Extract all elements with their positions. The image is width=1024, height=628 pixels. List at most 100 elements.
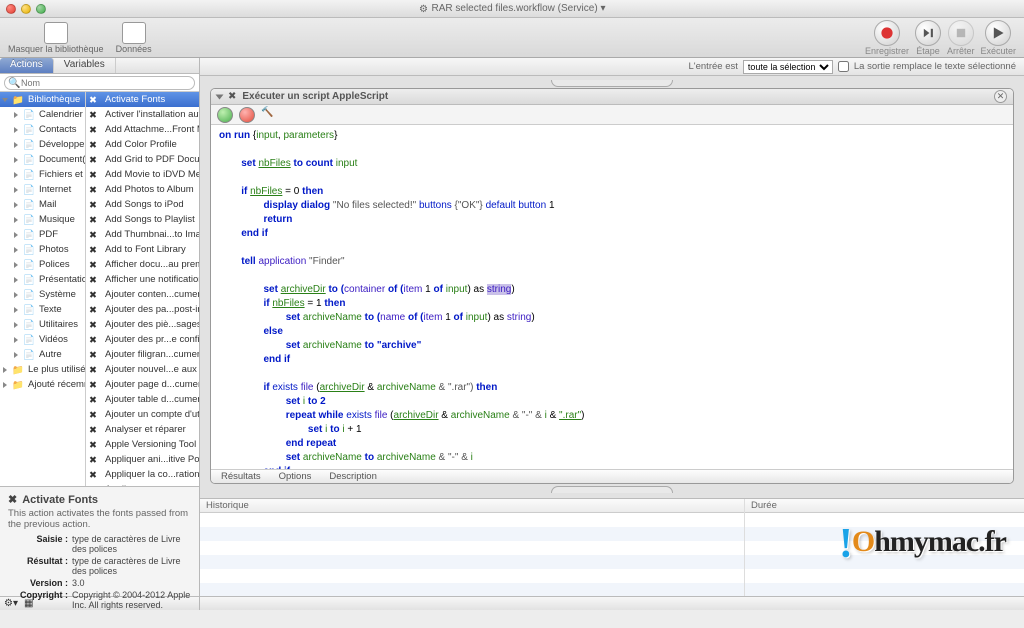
window-titlebar: ⚙︎RAR selected files.workflow (Service) … xyxy=(0,0,1024,18)
action-row[interactable]: ✖︎Analyser et réparer xyxy=(86,422,199,437)
action-row[interactable]: ✖︎Add Thumbnai...to Image Files xyxy=(86,227,199,242)
folder-icon: 📄 xyxy=(23,274,35,285)
action-row[interactable]: ✖︎Add Songs to iPod xyxy=(86,197,199,212)
folder-icon: 📄 xyxy=(23,259,35,270)
action-row[interactable]: ✖︎Ajouter des piè...sages Outlook xyxy=(86,317,199,332)
action-row[interactable]: ✖︎Add Songs to Playlist xyxy=(86,212,199,227)
action-icon: ✖︎ xyxy=(89,349,101,360)
folder-icon: 📄 xyxy=(23,124,35,135)
bottom-status-bar xyxy=(200,596,1024,610)
script-editor[interactable]: on run {input, parameters} set nbFiles t… xyxy=(211,125,1013,469)
action-row[interactable]: ✖︎Ajouter table d...cuments Word xyxy=(86,392,199,407)
library-row[interactable]: 📄Utilitaires xyxy=(0,317,85,332)
tab-variables[interactable]: Variables xyxy=(54,58,116,73)
library-row[interactable]: 📄Contacts xyxy=(0,122,85,137)
remove-action-button[interactable]: ✕ xyxy=(994,90,1007,103)
info-title: Activate Fonts xyxy=(22,494,98,506)
library-tabs: Actions Variables xyxy=(0,58,199,74)
minimize-window-button[interactable] xyxy=(21,4,31,14)
action-row[interactable]: ✖︎Add to Font Library xyxy=(86,242,199,257)
action-row[interactable]: ✖︎Add Color Profile xyxy=(86,137,199,152)
action-icon: ✖︎ xyxy=(89,409,101,420)
library-row[interactable]: 📄Internet xyxy=(0,182,85,197)
script-run-button[interactable] xyxy=(217,107,233,123)
folder-icon: 📄 xyxy=(23,139,35,150)
action-row[interactable]: ✖︎Ajouter conten...cuments Word xyxy=(86,287,199,302)
library-row[interactable]: 📄Photos xyxy=(0,242,85,257)
run-button[interactable] xyxy=(985,20,1011,46)
description-tab[interactable]: Description xyxy=(329,471,377,482)
action-info-panel: ✖︎Activate Fonts This action activates t… xyxy=(0,486,199,596)
action-row[interactable]: ✖︎Add Grid to PDF Documents xyxy=(86,152,199,167)
media-button[interactable]: Données xyxy=(116,22,152,54)
library-row[interactable]: 📄Développeur xyxy=(0,137,85,152)
tools-icon: ✖︎ xyxy=(8,493,17,506)
service-input-bar: L'entrée est toute la sélection La sorti… xyxy=(200,58,1024,76)
results-tab[interactable]: Résultats xyxy=(221,471,261,482)
action-row[interactable]: ✖︎Ajouter nouvel...e aux classeurs xyxy=(86,362,199,377)
library-categories[interactable]: 📁Bibliothèque📄Calendrier📄Contacts📄Dévelo… xyxy=(0,92,86,486)
action-row[interactable]: ✖︎Add Photos to Album xyxy=(86,182,199,197)
action-icon: ✖︎ xyxy=(89,424,101,435)
close-window-button[interactable] xyxy=(6,4,16,14)
action-icon: ✖︎ xyxy=(89,154,101,165)
library-row[interactable]: 📄Autre xyxy=(0,347,85,362)
options-tab[interactable]: Options xyxy=(279,471,312,482)
output-replaces-checkbox[interactable] xyxy=(838,61,849,72)
library-row[interactable]: 📄Texte xyxy=(0,302,85,317)
library-row[interactable]: 📄Polices xyxy=(0,257,85,272)
actions-list[interactable]: ✖︎Activate Fonts✖︎Activer l'installation… xyxy=(86,92,199,486)
workflow-top-connector xyxy=(210,80,1014,86)
folder-icon: 📄 xyxy=(23,169,35,180)
workflow-bottom-connector xyxy=(210,486,1014,492)
record-button[interactable] xyxy=(874,20,900,46)
tab-actions[interactable]: Actions xyxy=(0,58,54,73)
action-row[interactable]: ✖︎Ajouter page d...cuments Word xyxy=(86,377,199,392)
action-row[interactable]: ✖︎Ajouter des pr...e configuration xyxy=(86,332,199,347)
action-row[interactable]: ✖︎Add Movie to iDVD Menu xyxy=(86,167,199,182)
library-row[interactable]: 📄Vidéos xyxy=(0,332,85,347)
log-panel: Historique Durée !OOhmymac.frhmymac.fr xyxy=(200,498,1024,596)
action-row[interactable]: ✖︎Ajouter filigran...cuments Word xyxy=(86,347,199,362)
library-row[interactable]: 📄Musique xyxy=(0,212,85,227)
library-row[interactable]: 📁Bibliothèque xyxy=(0,92,85,107)
folder-icon: 📁 xyxy=(12,379,24,390)
script-stop-button[interactable] xyxy=(239,107,255,123)
library-row[interactable]: 📄Présentations xyxy=(0,272,85,287)
disclosure-triangle-icon[interactable] xyxy=(216,94,224,99)
action-row[interactable]: ✖︎Ajouter un compte d'utilisateur xyxy=(86,407,199,422)
action-row[interactable]: ✖︎Appliquer ani...itive PowerPoint xyxy=(86,452,199,467)
action-row[interactable]: ✖︎Add Attachme...Front Message xyxy=(86,122,199,137)
library-row[interactable]: 📁Ajouté récemment xyxy=(0,377,85,392)
search-input[interactable] xyxy=(4,76,195,90)
stop-button[interactable] xyxy=(948,20,974,46)
action-row[interactable]: ✖︎Activate Fonts xyxy=(86,92,199,107)
library-row[interactable]: 📄PDF xyxy=(0,227,85,242)
step-button[interactable] xyxy=(915,20,941,46)
action-row[interactable]: ✖︎Ajouter des pa...post-installation xyxy=(86,302,199,317)
action-icon: ✖︎ xyxy=(89,319,101,330)
action-icon: ✖︎ xyxy=(89,214,101,225)
library-row[interactable]: 📄Calendrier xyxy=(0,107,85,122)
history-header: Historique xyxy=(200,499,744,513)
hide-library-button[interactable]: Masquer la bibliothèque xyxy=(8,22,104,54)
folder-icon: 📁 xyxy=(12,94,24,105)
library-row[interactable]: 📁Le plus utilisé xyxy=(0,362,85,377)
action-icon: ✖︎ xyxy=(89,184,101,195)
action-icon: ✖︎ xyxy=(89,394,101,405)
action-row[interactable]: ✖︎Appliquer la co...ration système xyxy=(86,467,199,482)
library-row[interactable]: 📄Fichiers et dossiers xyxy=(0,167,85,182)
action-row[interactable]: ✖︎Afficher une notification de Growl xyxy=(86,272,199,287)
zoom-window-button[interactable] xyxy=(36,4,46,14)
library-row[interactable]: 📄Document(s) xyxy=(0,152,85,167)
action-row[interactable]: ✖︎Activer l'installation automatique xyxy=(86,107,199,122)
action-icon: ✖︎ xyxy=(89,304,101,315)
input-scope-select[interactable]: toute la sélection xyxy=(743,60,833,74)
folder-icon: 📄 xyxy=(23,214,35,225)
library-row[interactable]: 📄Mail xyxy=(0,197,85,212)
action-row[interactable]: ✖︎Afficher docu...au premier plan xyxy=(86,257,199,272)
action-icon: ✖︎ xyxy=(89,109,101,120)
library-row[interactable]: 📄Système xyxy=(0,287,85,302)
compile-icon[interactable]: 🔨 xyxy=(261,107,277,123)
action-row[interactable]: ✖︎Apple Versioning Tool xyxy=(86,437,199,452)
